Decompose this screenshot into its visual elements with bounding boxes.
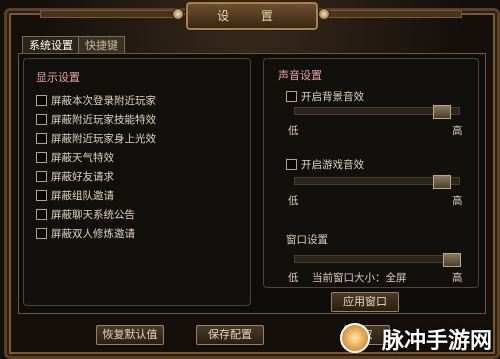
checkbox[interactable] — [36, 151, 47, 163]
option-bgm[interactable]: 开启背景音效 — [286, 89, 364, 103]
option-label: 开启游戏音效 — [301, 158, 364, 171]
apply-window-button[interactable]: 应用窗口 — [331, 292, 399, 312]
option-label: 屏蔽好友请求 — [51, 170, 114, 183]
option-hide-skill-effects[interactable]: 屏蔽附近玩家技能特效 — [36, 112, 156, 126]
window-size-slider[interactable] — [294, 253, 461, 267]
slider-knob[interactable] — [433, 175, 451, 189]
sound-settings-group: 声音设置 开启背景音效 低 高 开启游戏音效 低 高 窗口设置 低 当前窗口大小… — [263, 58, 479, 288]
settings-panel: 显示设置 屏蔽本次登录附近玩家 屏蔽附近玩家技能特效 屏蔽附近玩家身上光效 屏蔽… — [18, 53, 486, 314]
option-label: 屏蔽聊天系统公告 — [51, 208, 135, 221]
checkbox[interactable] — [286, 158, 297, 170]
option-game-sound[interactable]: 开启游戏音效 — [286, 157, 364, 171]
tab-hotkeys[interactable]: 快捷键 — [78, 36, 125, 54]
save-config-button[interactable]: 保存配置 — [196, 325, 264, 345]
option-hide-body-glow[interactable]: 屏蔽附近玩家身上光效 — [36, 131, 156, 145]
option-hide-nearby-players[interactable]: 屏蔽本次登录附近玩家 — [36, 93, 156, 107]
option-label: 屏蔽附近玩家身上光效 — [51, 132, 156, 145]
slider-knob[interactable] — [433, 105, 451, 119]
slider-high-label: 高 — [452, 272, 463, 284]
slider-high-label: 高 — [452, 195, 463, 207]
slider-low-label: 低 — [288, 272, 299, 284]
gem-icon — [318, 8, 330, 20]
checkbox[interactable] — [36, 113, 47, 125]
slider-high-label: 高 — [452, 125, 463, 137]
option-label: 屏蔽组队邀请 — [51, 189, 114, 202]
option-block-dual-cultivation[interactable]: 屏蔽双人修炼邀请 — [36, 226, 135, 240]
option-block-team-invites[interactable]: 屏蔽组队邀请 — [36, 188, 114, 202]
bgm-volume-slider[interactable] — [294, 105, 460, 119]
option-label: 屏蔽本次登录附近玩家 — [51, 94, 156, 107]
option-label: 开启背景音效 — [301, 90, 364, 103]
option-label: 屏蔽天气特效 — [51, 151, 114, 164]
title-decoration-right — [320, 10, 462, 18]
restore-defaults-button[interactable]: 恢复默认值 — [96, 325, 164, 345]
checkbox[interactable] — [286, 90, 297, 102]
option-hide-weather[interactable]: 屏蔽天气特效 — [36, 150, 114, 164]
window-size-status: 当前窗口大小：全屏 — [312, 272, 407, 284]
settings-window: 设 置 系统设置 快捷键 显示设置 屏蔽本次登录附近玩家 屏蔽附近玩家技能特效 … — [0, 0, 500, 359]
checkbox[interactable] — [36, 189, 47, 201]
title-decoration-left — [40, 10, 182, 18]
slider-low-label: 低 — [288, 125, 299, 137]
watermark-logo-icon — [340, 323, 370, 353]
option-hide-system-announcements[interactable]: 屏蔽聊天系统公告 — [36, 207, 135, 221]
checkbox[interactable] — [36, 94, 47, 106]
option-label: 屏蔽附近玩家技能特效 — [51, 113, 156, 126]
display-settings-group: 显示设置 屏蔽本次登录附近玩家 屏蔽附近玩家技能特效 屏蔽附近玩家身上光效 屏蔽… — [23, 58, 251, 306]
window-title: 设 置 — [186, 2, 318, 30]
gem-icon — [172, 8, 184, 20]
display-settings-title: 显示设置 — [36, 71, 80, 84]
tab-system-settings[interactable]: 系统设置 — [22, 36, 80, 54]
game-volume-slider[interactable] — [294, 175, 460, 189]
sound-settings-title: 声音设置 — [278, 69, 322, 82]
window-settings-title: 窗口设置 — [286, 234, 328, 246]
checkbox[interactable] — [36, 132, 47, 144]
checkbox[interactable] — [36, 208, 47, 220]
option-label: 屏蔽双人修炼邀请 — [51, 227, 135, 240]
slider-low-label: 低 — [288, 195, 299, 207]
watermark-text: 脉冲手游网 — [381, 329, 492, 354]
checkbox[interactable] — [36, 170, 47, 182]
slider-knob[interactable] — [443, 253, 461, 267]
option-block-friend-requests[interactable]: 屏蔽好友请求 — [36, 169, 114, 183]
checkbox[interactable] — [36, 227, 47, 239]
